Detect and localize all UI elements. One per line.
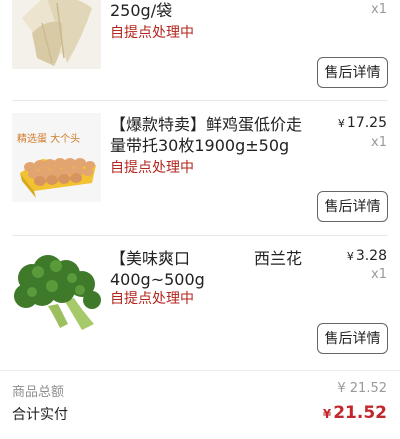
bamboo-shoot-product-image — [12, 0, 101, 69]
paid-total-value: ¥21.52 — [322, 403, 387, 423]
order-item-list: 250g/袋 自提点处理中 x1 售后详情 精选蛋 大个头 【爆款特卖】鲜鸡蛋低… — [0, 0, 400, 439]
product-name: 【爆款特卖】鲜鸡蛋低价走 量带托30枚1900g±50g — [110, 115, 303, 155]
image-caption: 精选蛋 大个头 — [17, 134, 81, 145]
order-status: 自提点处理中 — [110, 160, 194, 176]
item-price: ¥17.25 — [337, 115, 387, 131]
paid-total-label: 合计实付 — [12, 407, 68, 423]
goods-total-value: ¥ 21.52 — [337, 381, 387, 396]
list-item[interactable]: 250g/袋 自提点处理中 x1 售后详情 — [0, 0, 400, 101]
after-sale-details-button[interactable]: 售后详情 — [317, 57, 388, 88]
after-sale-details-button[interactable]: 售后详情 — [317, 191, 388, 222]
after-sale-details-button[interactable]: 售后详情 — [317, 323, 388, 354]
order-status: 自提点处理中 — [110, 291, 194, 307]
product-name: 250g/袋 — [110, 1, 173, 20]
list-item[interactable]: 【美味爽口 西兰花 400g~500g 自提点处理中 ¥3.28 x1 售后详情 — [0, 236, 400, 369]
summary-divider — [0, 370, 400, 371]
quantity: x1 — [371, 267, 387, 282]
product-name: 【美味爽口 西兰花 400g~500g — [110, 249, 303, 289]
item-price: ¥3.28 — [346, 248, 387, 264]
quantity: x1 — [371, 2, 387, 17]
list-item[interactable]: 精选蛋 大个头 【爆款特卖】鲜鸡蛋低价走 量带托30枚1900g±50g 自提点… — [0, 101, 400, 236]
broccoli-product-image — [12, 248, 101, 337]
quantity: x1 — [371, 135, 387, 150]
egg-tray-product-image: 精选蛋 大个头 — [12, 113, 101, 202]
order-status: 自提点处理中 — [110, 25, 194, 41]
goods-total-label: 商品总额 — [12, 385, 65, 400]
